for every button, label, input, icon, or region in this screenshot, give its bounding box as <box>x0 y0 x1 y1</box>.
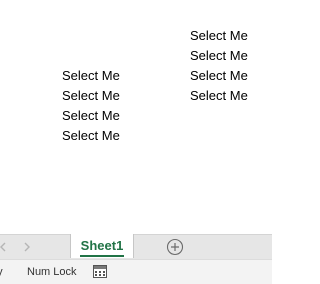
sheet-tab-bar: Sheet1 <box>0 234 272 259</box>
cell-select-me[interactable]: Select Me <box>190 46 248 66</box>
sheet-tab-label: Sheet1 <box>79 237 125 257</box>
worksheet-grid[interactable]: Select Me Select Me Select Me Select Me … <box>0 0 272 234</box>
status-bar: dy Num Lock <box>0 259 272 284</box>
record-macro-icon[interactable] <box>93 265 107 278</box>
cell-select-me[interactable]: Select Me <box>62 126 120 146</box>
cell-select-me[interactable]: Select Me <box>190 66 248 86</box>
cell-select-me[interactable]: Select Me <box>62 66 120 86</box>
new-sheet-plus-icon[interactable] <box>166 238 184 256</box>
cell-select-me[interactable]: Select Me <box>190 86 248 106</box>
cell-select-me[interactable]: Select Me <box>62 106 120 126</box>
scroll-right-icon[interactable] <box>22 240 32 254</box>
scroll-left-icon[interactable] <box>0 240 8 254</box>
status-ready: dy <box>0 265 3 279</box>
cell-select-me[interactable]: Select Me <box>190 26 248 46</box>
status-num-lock: Num Lock <box>27 266 77 278</box>
cell-select-me[interactable]: Select Me <box>62 86 120 106</box>
sheet-tab-sheet1[interactable]: Sheet1 <box>70 234 134 258</box>
